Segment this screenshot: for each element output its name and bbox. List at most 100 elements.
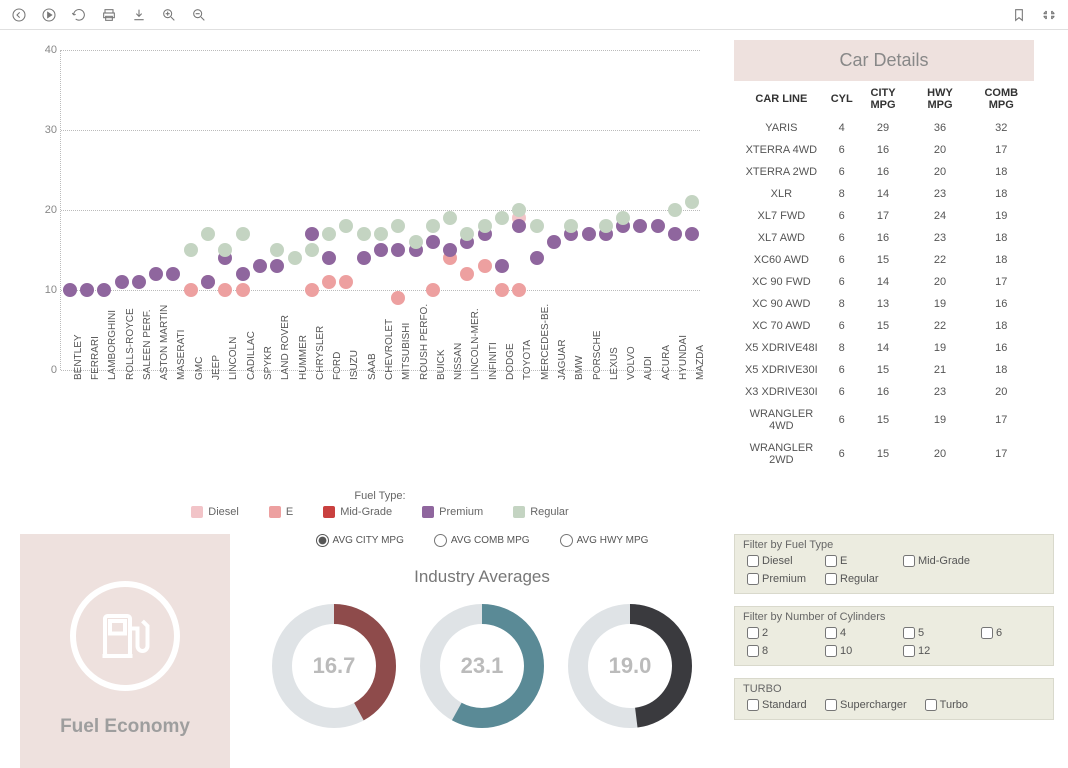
data-point[interactable] [582,227,596,241]
legend-item[interactable]: Premium [422,506,483,518]
filter-checkbox[interactable]: Supercharger [825,699,907,711]
filter-checkbox[interactable]: 5 [903,627,963,639]
metric-radio[interactable]: AVG CITY MPG [316,534,404,547]
table-row[interactable]: X3 XDRIVE30I6162320 [734,381,1034,403]
play-icon[interactable] [40,6,58,24]
data-point[interactable] [530,251,544,265]
legend-item[interactable]: Diesel [191,506,239,518]
bookmark-icon[interactable] [1010,6,1028,24]
data-point[interactable] [391,219,405,233]
table-header[interactable]: CYL [829,81,855,117]
data-point[interactable] [184,283,198,297]
data-point[interactable] [218,243,232,257]
data-point[interactable] [530,219,544,233]
legend-item[interactable]: E [269,506,293,518]
filter-checkbox[interactable]: Regular [825,573,885,585]
data-point[interactable] [443,243,457,257]
data-point[interactable] [651,219,665,233]
report-viewport[interactable]: 010203040 BENTLEYFERRARILAMBORGHINIROLLS… [0,30,1068,768]
data-point[interactable] [478,219,492,233]
filter-checkbox[interactable]: Diesel [747,555,807,567]
data-point[interactable] [495,259,509,273]
data-point[interactable] [426,283,440,297]
data-point[interactable] [236,227,250,241]
data-point[interactable] [115,275,129,289]
data-point[interactable] [564,219,578,233]
data-point[interactable] [184,243,198,257]
data-point[interactable] [322,251,336,265]
filter-checkbox[interactable]: 4 [825,627,885,639]
table-row[interactable]: X5 XDRIVE30I6152118 [734,359,1034,381]
data-point[interactable] [443,211,457,225]
data-point[interactable] [201,227,215,241]
data-point[interactable] [374,227,388,241]
data-point[interactable] [409,235,423,249]
filter-checkbox[interactable]: 8 [747,645,807,657]
table-row[interactable]: XTERRA 2WD6162018 [734,161,1034,183]
data-point[interactable] [374,243,388,257]
zoom-out-icon[interactable] [190,6,208,24]
table-row[interactable]: XC 70 AWD6152218 [734,315,1034,337]
data-point[interactable] [201,275,215,289]
data-point[interactable] [616,211,630,225]
data-point[interactable] [305,227,319,241]
zoom-in-icon[interactable] [160,6,178,24]
table-row[interactable]: YARIS4293632 [734,117,1034,139]
filter-checkbox[interactable]: Turbo [925,699,985,711]
table-row[interactable]: WRANGLER 2WD6152017 [734,437,1034,471]
data-point[interactable] [339,275,353,289]
data-point[interactable] [478,259,492,273]
data-point[interactable] [426,235,440,249]
data-point[interactable] [218,283,232,297]
data-point[interactable] [426,219,440,233]
table-row[interactable]: XL7 AWD6162318 [734,227,1034,249]
data-point[interactable] [495,211,509,225]
data-point[interactable] [668,203,682,217]
data-point[interactable] [357,227,371,241]
print-icon[interactable] [100,6,118,24]
download-icon[interactable] [130,6,148,24]
table-header[interactable]: CAR LINE [734,81,829,117]
data-point[interactable] [305,243,319,257]
data-point[interactable] [132,275,146,289]
data-point[interactable] [236,267,250,281]
filter-checkbox[interactable]: 2 [747,627,807,639]
filter-checkbox[interactable]: 10 [825,645,885,657]
data-point[interactable] [80,283,94,297]
filter-checkbox[interactable]: 12 [903,645,963,657]
data-point[interactable] [63,283,77,297]
data-point[interactable] [322,227,336,241]
data-point[interactable] [339,219,353,233]
data-point[interactable] [460,227,474,241]
data-point[interactable] [391,291,405,305]
table-header[interactable]: CITY MPG [855,81,912,117]
data-point[interactable] [391,243,405,257]
filter-checkbox[interactable]: Standard [747,699,807,711]
table-header[interactable]: COMB MPG [969,81,1034,117]
table-row[interactable]: XC 90 FWD6142017 [734,271,1034,293]
legend-item[interactable]: Regular [513,506,569,518]
data-point[interactable] [685,195,699,209]
table-row[interactable]: XC60 AWD6152218 [734,249,1034,271]
data-point[interactable] [236,283,250,297]
refresh-icon[interactable] [70,6,88,24]
data-point[interactable] [288,251,302,265]
table-row[interactable]: XTERRA 4WD6162017 [734,139,1034,161]
table-header[interactable]: HWY MPG [911,81,968,117]
data-point[interactable] [253,259,267,273]
data-point[interactable] [547,235,561,249]
metric-radio[interactable]: AVG COMB MPG [434,534,530,547]
filter-checkbox[interactable]: Premium [747,573,807,585]
filter-checkbox[interactable]: E [825,555,885,567]
data-point[interactable] [357,251,371,265]
data-point[interactable] [668,227,682,241]
data-point[interactable] [633,219,647,233]
data-point[interactable] [97,283,111,297]
data-point[interactable] [512,283,526,297]
metric-radio[interactable]: AVG HWY MPG [560,534,649,547]
table-row[interactable]: XC 90 AWD8131916 [734,293,1034,315]
table-row[interactable]: WRANGLER 4WD6151917 [734,403,1034,437]
table-row[interactable]: X5 XDRIVE48I8141916 [734,337,1034,359]
data-point[interactable] [512,219,526,233]
data-point[interactable] [495,283,509,297]
